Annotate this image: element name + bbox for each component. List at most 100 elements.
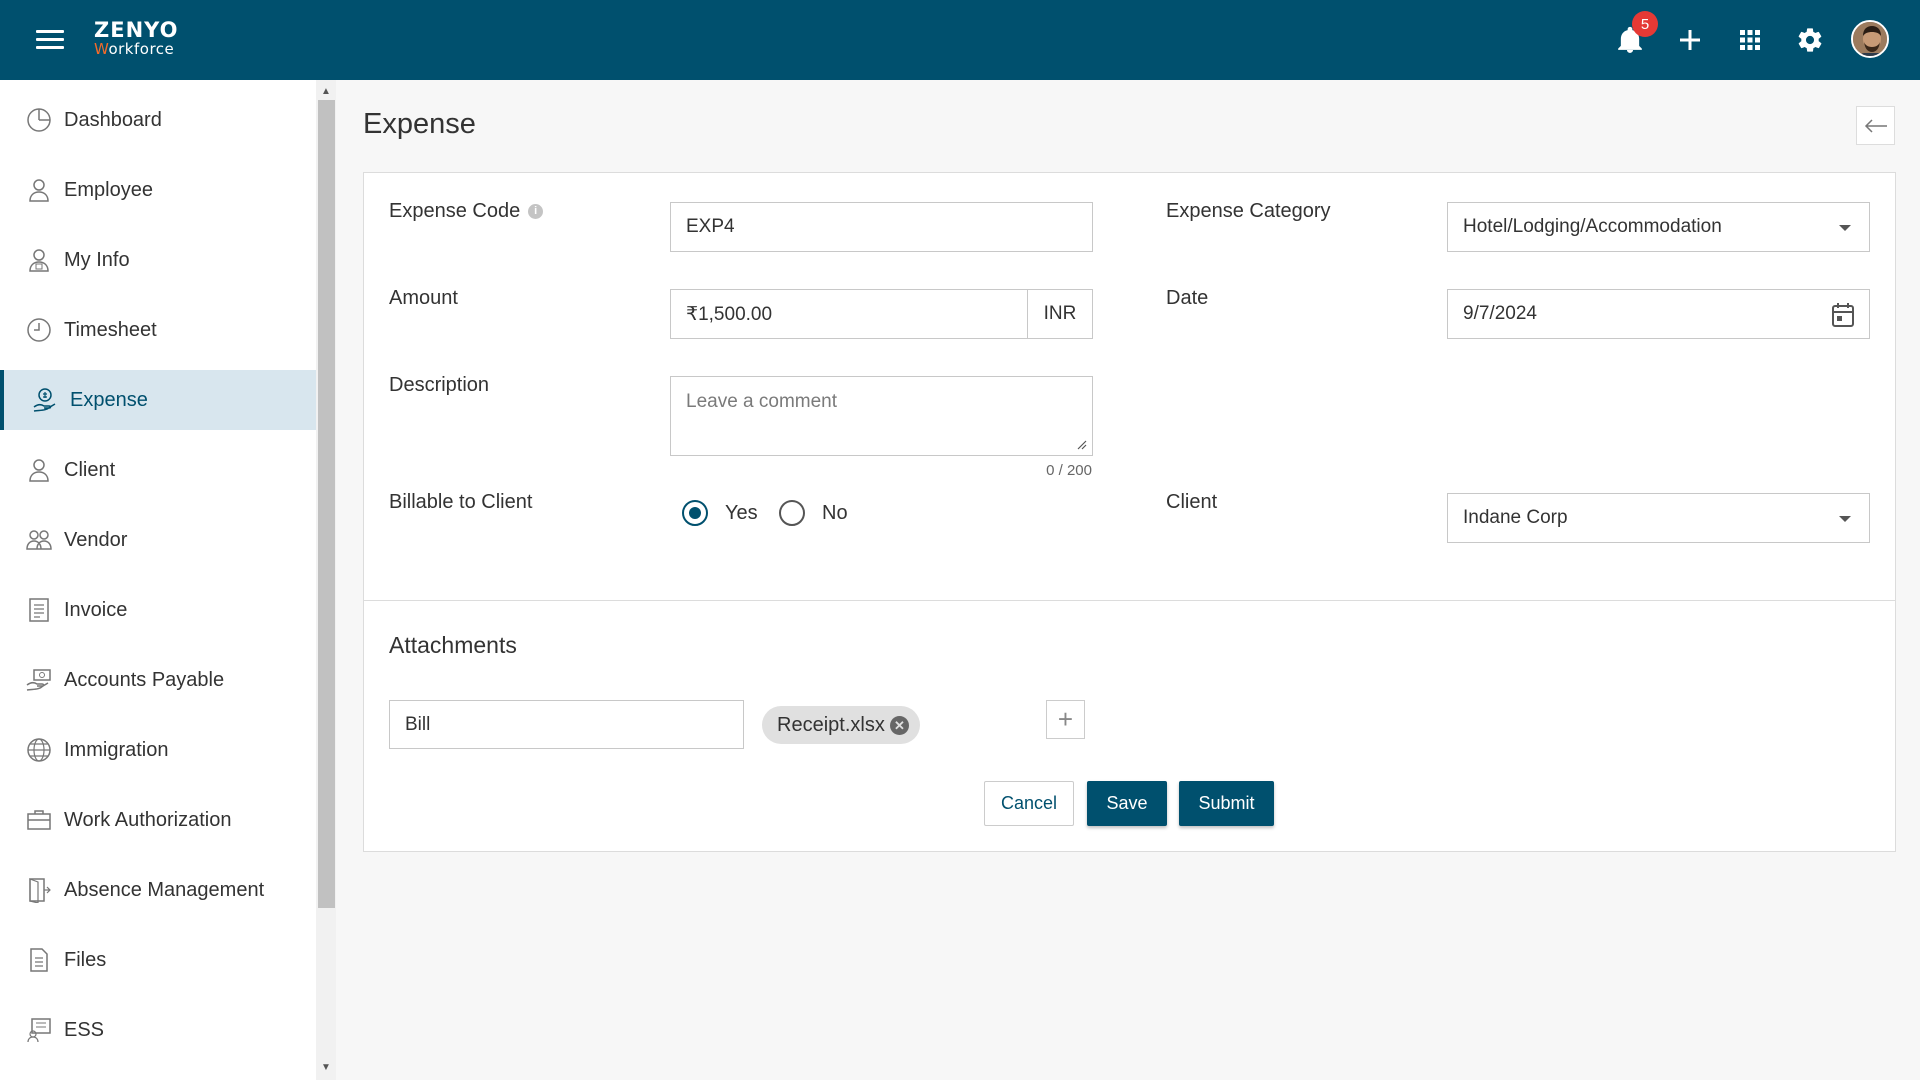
notification-badge: 5	[1632, 11, 1658, 37]
date-value: 9/7/2024	[1463, 303, 1537, 324]
sidebar-item-absence-management[interactable]: Absence Management	[0, 860, 316, 920]
attachment-name-field[interactable]: Bill	[389, 700, 744, 749]
chevron-down-icon	[1839, 516, 1851, 522]
door-icon	[25, 876, 53, 904]
billable-yes-label[interactable]: Yes	[725, 502, 758, 525]
description-label: Description	[389, 374, 490, 396]
billable-label: Billable to Client	[389, 491, 533, 513]
sidebar-item-files[interactable]: Files	[0, 930, 316, 990]
sidebar-item-label: Dashboard	[64, 108, 162, 131]
billable-yes-radio[interactable]	[682, 500, 708, 526]
expense-code-field[interactable]: EXP4	[670, 202, 1093, 252]
hamburger-menu-icon[interactable]	[36, 30, 64, 52]
date-field[interactable]: 9/7/2024	[1447, 289, 1870, 339]
app-logo[interactable]: ZENYO Workforce	[94, 20, 178, 57]
billable-no-radio[interactable]	[779, 500, 805, 526]
my-info-icon	[25, 246, 53, 274]
expense-code-value: EXP4	[686, 216, 735, 237]
sidebar-item-label: Immigration	[64, 738, 169, 761]
sidebar-item-label: Client	[64, 458, 116, 481]
sidebar-item-accounts-payable[interactable]: Accounts Payable	[0, 650, 316, 710]
client-select[interactable]: Indane Corp	[1447, 493, 1870, 543]
sidebar-item-expense[interactable]: Expense	[0, 370, 316, 430]
expense-code-label: Expense Code i	[389, 200, 544, 223]
sidebar-item-work-authorization[interactable]: Work Authorization	[0, 790, 316, 850]
expense-icon	[31, 386, 59, 414]
calendar-icon[interactable]	[1831, 302, 1855, 334]
sidebar-scrollbar-thumb[interactable]	[318, 100, 335, 908]
attachment-name-value: Bill	[405, 713, 431, 735]
save-button[interactable]: Save	[1087, 781, 1167, 826]
section-divider	[364, 600, 1895, 601]
sidebar-item-client[interactable]: Client	[0, 440, 316, 500]
arrow-left-icon	[1864, 118, 1887, 133]
billable-no-label[interactable]: No	[822, 502, 848, 525]
info-icon[interactable]: i	[528, 204, 544, 220]
character-counter: 0 / 200	[1046, 462, 1092, 479]
sidebar-item-label: Timesheet	[64, 318, 157, 341]
top-bar: ZENYO Workforce 5	[0, 0, 1920, 80]
scroll-down-arrow-icon[interactable]: ▼	[320, 1062, 332, 1074]
sidebar-item-label: Absence Management	[64, 878, 265, 901]
description-placeholder: Leave a comment	[686, 391, 838, 412]
grid-icon[interactable]	[1732, 22, 1768, 58]
file-chip[interactable]: Receipt.xlsx ✕	[762, 706, 920, 744]
gear-icon[interactable]	[1792, 22, 1828, 58]
sidebar-item-my-info[interactable]: My Info	[0, 230, 316, 290]
avatar[interactable]	[1851, 20, 1889, 58]
client-value: Indane Corp	[1463, 507, 1568, 528]
sidebar-item-label: My Info	[64, 248, 130, 271]
sidebar-item-label: Vendor	[64, 528, 128, 551]
sidebar-item-label: Files	[64, 948, 107, 971]
dashboard-icon	[25, 106, 53, 134]
back-button[interactable]	[1856, 106, 1895, 145]
page-title: Expense	[363, 108, 476, 140]
cancel-button[interactable]: Cancel	[984, 781, 1074, 826]
resize-handle-icon[interactable]	[1077, 440, 1087, 450]
plus-icon[interactable]	[1672, 22, 1708, 58]
sidebar-item-employee[interactable]: Employee	[0, 160, 316, 220]
scroll-up-arrow-icon[interactable]: ▲	[320, 86, 332, 98]
sidebar-item-label: Expense	[70, 388, 148, 411]
add-attachment-button[interactable]: +	[1046, 700, 1085, 739]
sidebar-item-vendor[interactable]: Vendor	[0, 510, 316, 570]
sidebar-item-dashboard[interactable]: Dashboard	[0, 90, 316, 150]
remove-file-icon[interactable]: ✕	[890, 716, 909, 735]
globe-icon	[25, 736, 53, 764]
amount-field[interactable]: ₹1,500.00 INR	[670, 289, 1093, 339]
description-textarea[interactable]: Leave a comment	[670, 376, 1093, 456]
ess-icon	[25, 1016, 53, 1044]
amount-label: Amount	[389, 287, 458, 309]
currency-suffix: INR	[1027, 290, 1092, 338]
client-label: Client	[1166, 491, 1218, 513]
submit-button[interactable]: Submit	[1179, 781, 1274, 826]
employee-icon	[25, 176, 53, 204]
sidebar-item-immigration[interactable]: Immigration	[0, 720, 316, 780]
chevron-down-icon	[1839, 225, 1851, 231]
file-chip-label: Receipt.xlsx	[777, 713, 885, 736]
clock-icon	[25, 316, 53, 344]
expense-category-label: Expense Category	[1166, 200, 1331, 222]
sidebar-item-ess[interactable]: ESS	[0, 1000, 316, 1060]
date-label: Date	[1166, 287, 1209, 309]
expense-category-select[interactable]: Hotel/Lodging/Accommodation	[1447, 202, 1870, 252]
briefcase-icon	[25, 806, 53, 834]
client-icon	[25, 456, 53, 484]
sidebar-item-label: ESS	[64, 1018, 105, 1041]
invoice-icon	[25, 596, 53, 624]
sidebar-item-invoice[interactable]: Invoice	[0, 580, 316, 640]
sidebar-item-label: Employee	[64, 178, 153, 201]
sidebar-item-timesheet[interactable]: Timesheet	[0, 300, 316, 360]
file-icon	[25, 946, 53, 974]
logo-subtitle: Workforce	[94, 40, 175, 58]
accounts-payable-icon	[25, 666, 53, 694]
logo-wordmark: ZENYO	[94, 18, 179, 42]
expense-category-value: Hotel/Lodging/Accommodation	[1463, 216, 1722, 237]
amount-value: ₹1,500.00	[686, 303, 773, 325]
vendor-icon	[25, 526, 53, 554]
attachments-title: Attachments	[389, 632, 517, 658]
sidebar-item-label: Work Authorization	[64, 808, 232, 831]
sidebar: Dashboard Employee My Info Timesheet Exp…	[0, 80, 316, 1080]
sidebar-item-label: Accounts Payable	[64, 668, 225, 691]
sidebar-item-label: Invoice	[64, 598, 128, 621]
